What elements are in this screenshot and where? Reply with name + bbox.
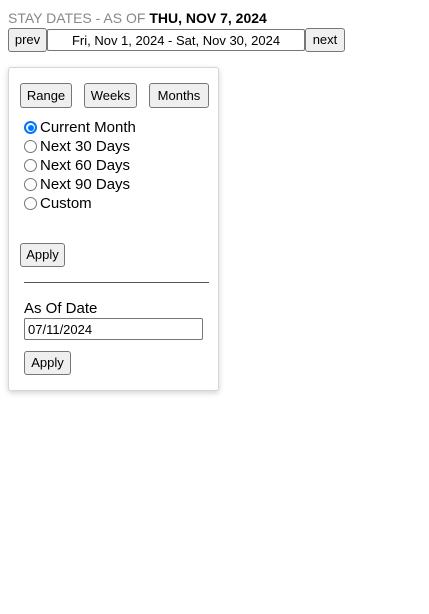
- header-prefix: STAY DATES - AS OF: [8, 10, 150, 26]
- months-tab[interactable]: Months: [149, 83, 209, 108]
- date-range-field[interactable]: [47, 29, 305, 51]
- as-of-date-header: THU, NOV 7, 2024: [149, 10, 267, 26]
- option-label: Current Month: [40, 119, 136, 136]
- radio-current-month[interactable]: [24, 121, 37, 134]
- stay-dates-header: STAY DATES - AS OF THU, NOV 7, 2024: [8, 10, 267, 26]
- range-tab[interactable]: Range: [20, 83, 72, 108]
- radio-next-60-days[interactable]: [24, 159, 37, 172]
- apply-as-of-button[interactable]: Apply: [24, 351, 71, 375]
- radio-next-90-days[interactable]: [24, 178, 37, 191]
- prev-button[interactable]: prev: [8, 28, 47, 52]
- as-of-date-label: As Of Date: [24, 300, 98, 317]
- option-next-30-days[interactable]: Next 30 Days: [24, 137, 130, 156]
- as-of-date-input[interactable]: [24, 318, 203, 340]
- next-button[interactable]: next: [305, 28, 345, 52]
- radio-custom[interactable]: [24, 197, 37, 210]
- option-label: Next 90 Days: [40, 176, 131, 193]
- divider: [24, 282, 209, 283]
- option-label: Next 60 Days: [40, 157, 131, 174]
- option-current-month[interactable]: Current Month: [24, 118, 136, 137]
- option-label: Custom: [40, 195, 92, 212]
- date-picker-panel: Range Weeks Months Current Month Next 30…: [8, 67, 219, 391]
- radio-next-30-days[interactable]: [24, 140, 37, 153]
- option-label: Next 30 Days: [40, 138, 131, 155]
- weeks-tab[interactable]: Weeks: [84, 83, 137, 108]
- option-next-90-days[interactable]: Next 90 Days: [24, 175, 130, 194]
- option-custom[interactable]: Custom: [24, 194, 92, 213]
- option-next-60-days[interactable]: Next 60 Days: [24, 156, 130, 175]
- apply-range-button[interactable]: Apply: [20, 243, 65, 267]
